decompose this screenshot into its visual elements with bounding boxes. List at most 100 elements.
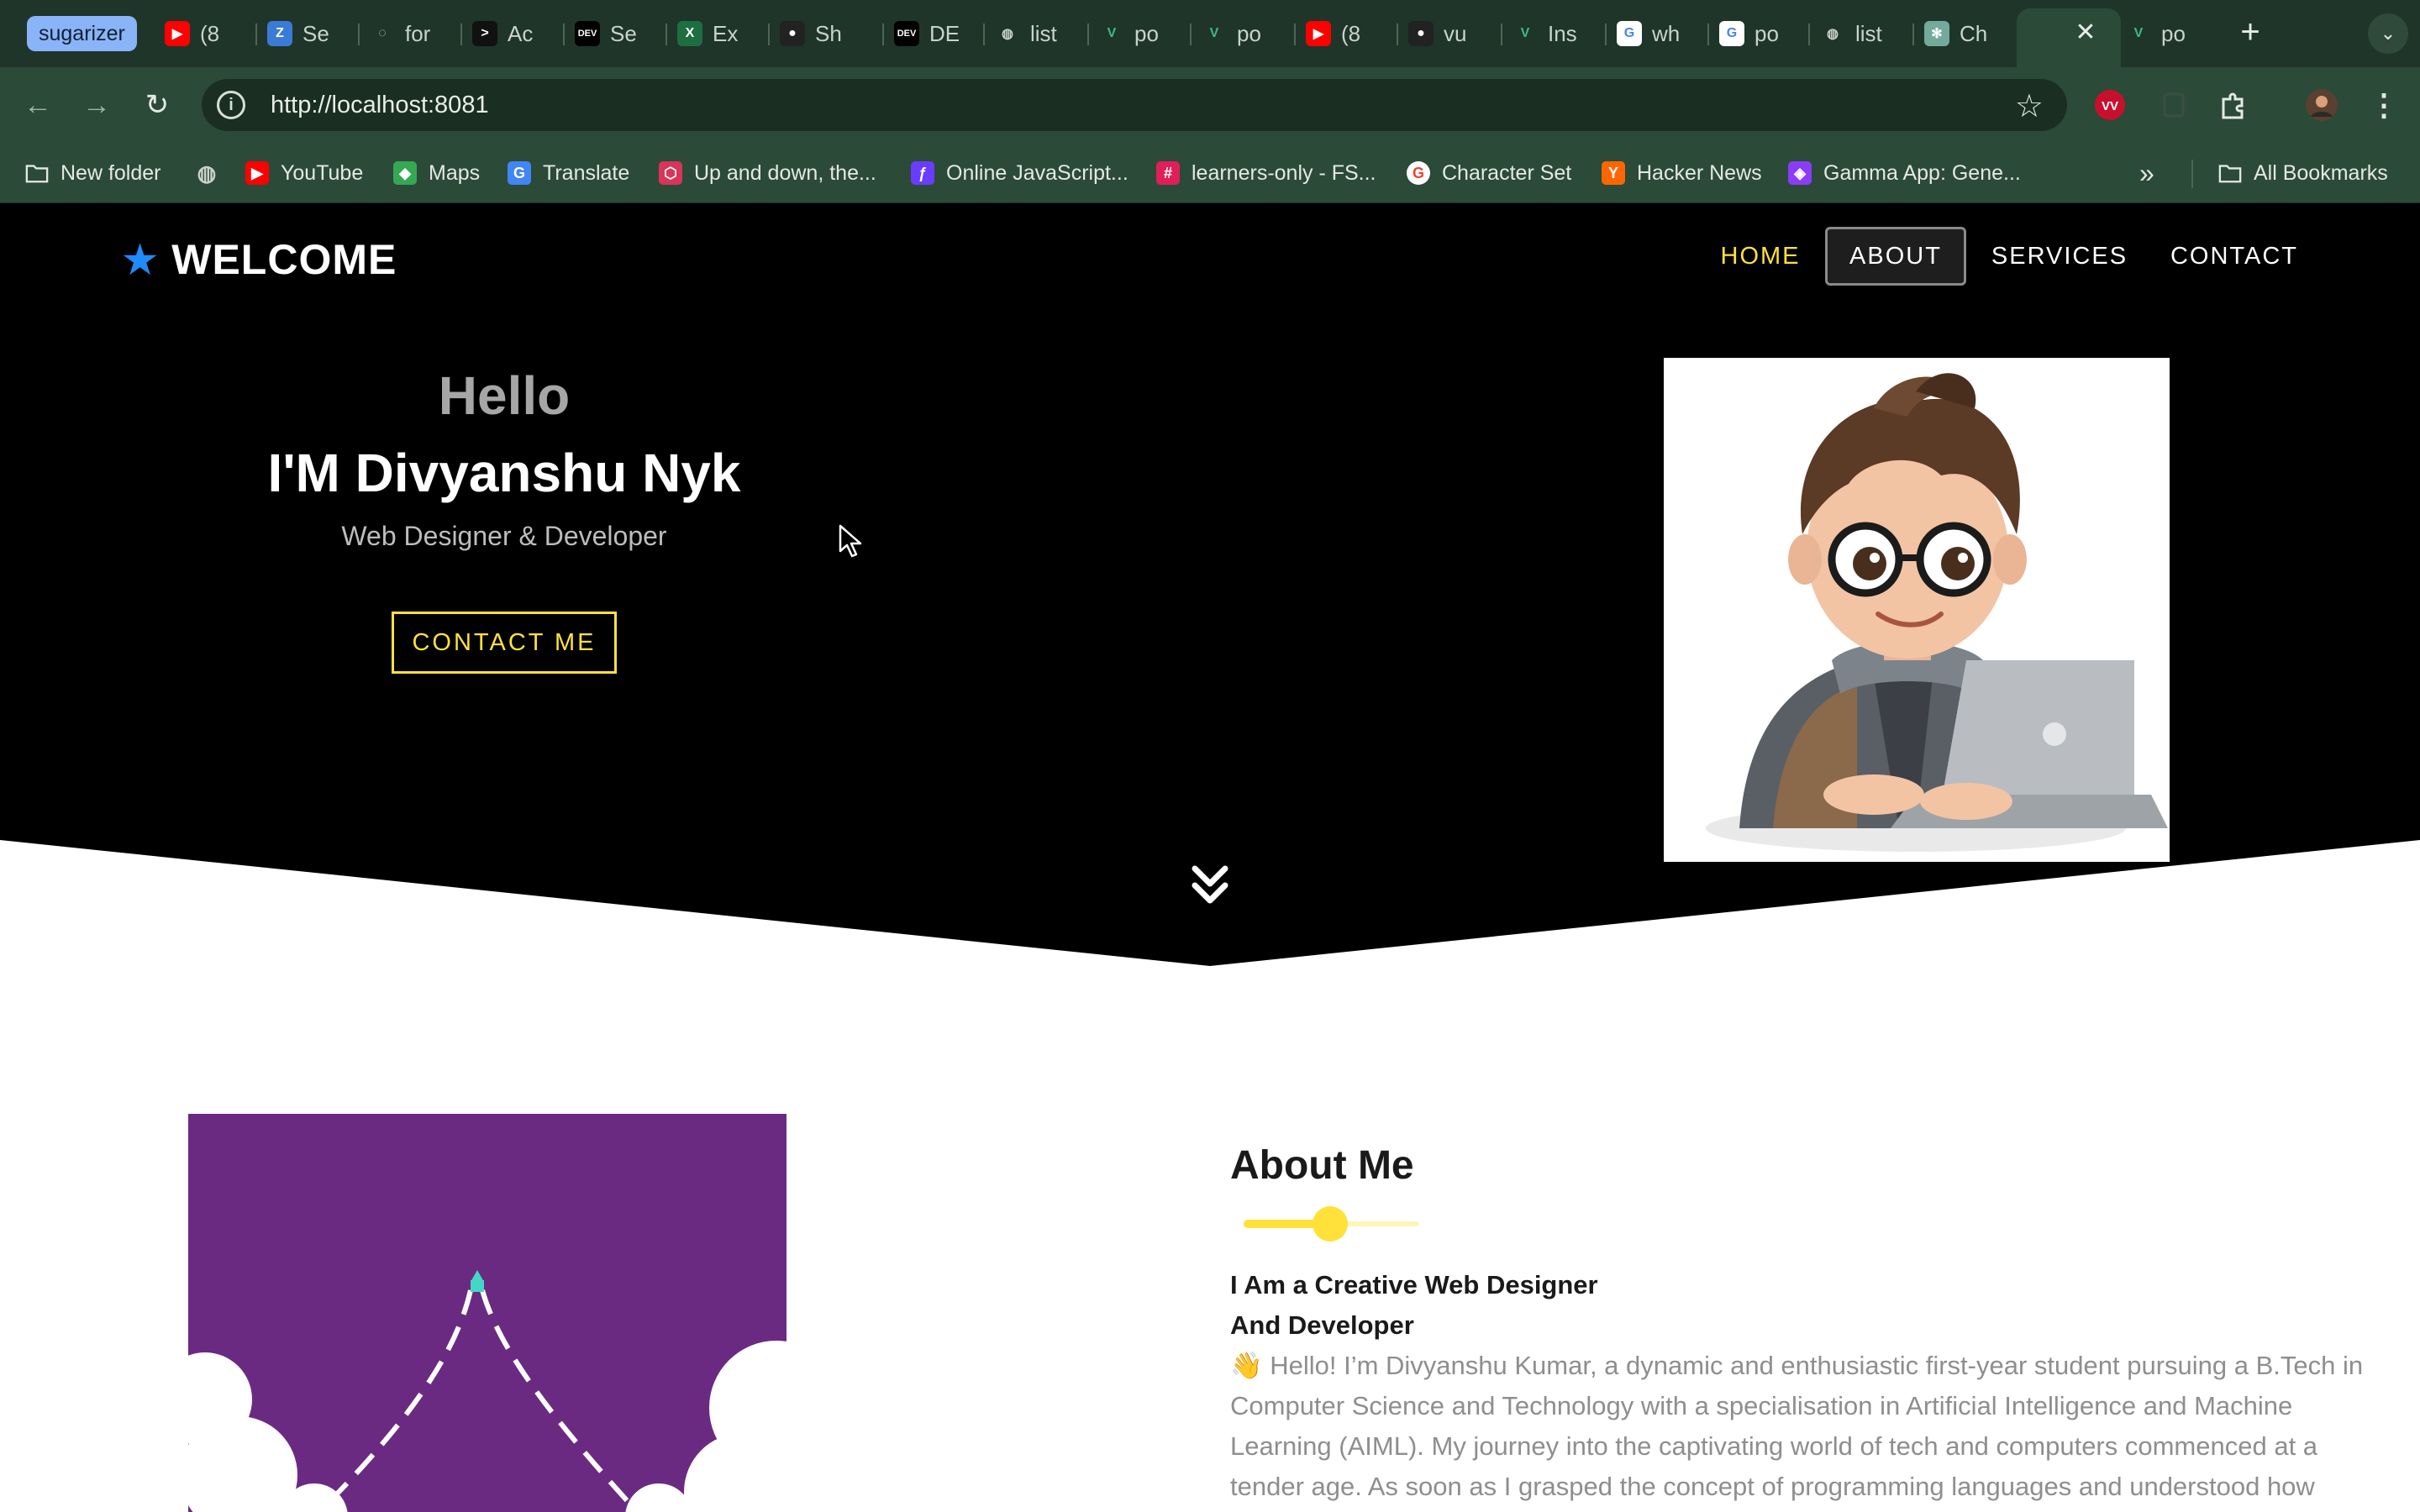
browser-tab[interactable]: DEV Se	[575, 12, 655, 55]
browser-tab[interactable]: ◍ list	[995, 12, 1076, 55]
bookmark-item[interactable]: New folder	[25, 156, 161, 190]
tab-title: list	[1030, 20, 1057, 46]
browser-tab[interactable]: Vpo	[1202, 12, 1282, 55]
bookmark-label: Gamma App: Gene...	[1823, 160, 2021, 185]
browser-tab[interactable]: V Ins	[1512, 12, 1593, 55]
nav-contact[interactable]: CONTACT	[2165, 227, 2304, 286]
nav-services[interactable]: SERVICES	[1988, 227, 2131, 286]
address-bar[interactable]: i http://localhost:8081 ☆	[202, 79, 2067, 131]
browser-tab[interactable]: X Ex	[677, 12, 758, 55]
browser-tab[interactable]: ◌ for	[370, 12, 450, 55]
browser-tab[interactable]: Z Se	[267, 12, 348, 55]
bookmark-label: Maps	[429, 160, 481, 185]
tab-strip: sugarizer ▶ (8 Z Se ◌ for > Ac DEV Se X Ex ● Sh DEV DE ◍…	[0, 0, 2420, 67]
browser-tab[interactable]: Gwh	[1617, 12, 1697, 55]
about-subtitle-line1: I Am a Creative Web Designer	[1230, 1270, 1598, 1299]
google-icon: G	[1407, 161, 1430, 185]
tab-title: Ch	[1960, 20, 1988, 46]
profile-avatar[interactable]	[2304, 87, 2339, 123]
terminal-icon: >	[472, 21, 497, 46]
about-paragraph: 👋 Hello! I’m Divyanshu Kumar, a dynamic …	[1230, 1351, 2364, 1501]
extension-reader-icon[interactable]	[2156, 87, 2191, 123]
browser-tab[interactable]: Vpo	[1099, 12, 1180, 55]
globe-icon: ◍	[1002, 27, 1013, 41]
browser-tab[interactable]: ▶ (8	[1306, 12, 1386, 55]
all-bookmarks-label: All Bookmarks	[2254, 160, 2388, 185]
nav-about[interactable]: ABOUT	[1825, 227, 1966, 286]
bookmark-item[interactable]: ▶ YouTube	[245, 156, 363, 190]
bookmark-label: Translate	[543, 160, 630, 185]
hero-avatar-image	[1664, 358, 2170, 862]
tab-title: po	[1237, 20, 1261, 46]
folder-icon	[25, 161, 49, 185]
bookmark-item[interactable]: ◈ Gamma App: Gene...	[1788, 156, 2021, 190]
tab-separator	[1501, 24, 1502, 45]
excel-icon: X	[677, 21, 702, 46]
browser-tab[interactable]: ✻ Ch	[1924, 12, 2005, 55]
all-bookmarks-button[interactable]: All Bookmarks	[2218, 156, 2388, 190]
close-tab-icon[interactable]: ✕	[2070, 17, 2101, 47]
brand-label: WELCOME	[171, 236, 397, 283]
tab-title: Ins	[1548, 20, 1577, 46]
browser-tab[interactable]: ● Sh	[780, 12, 860, 55]
youtube-icon: ▶	[245, 161, 269, 185]
hero-role: Web Designer & Developer	[341, 521, 667, 551]
tab-title: po	[1134, 20, 1159, 46]
hacker-news-icon: Y	[1602, 161, 1625, 185]
tab-separator	[1707, 24, 1709, 45]
contact-me-button[interactable]: CONTACT ME	[392, 612, 617, 674]
js-logo-icon: ƒ	[911, 161, 934, 185]
browser-tab[interactable]: ◍ list	[1820, 12, 1901, 55]
site-brand[interactable]: ★ WELCOME	[123, 235, 397, 284]
hero-greeting: Hello	[438, 365, 571, 426]
site-info-icon[interactable]: i	[217, 91, 245, 119]
tab-title: Se	[610, 20, 637, 46]
bookmark-item[interactable]: ◆ Maps	[393, 156, 480, 190]
bookmark-label: Character Set	[1442, 160, 1572, 185]
extensions-puzzle-icon[interactable]	[2215, 87, 2250, 123]
google-icon: G	[1617, 21, 1642, 46]
zoho-icon: Z	[267, 21, 292, 46]
bookmark-item[interactable]: # learners-only - FS...	[1156, 156, 1376, 190]
browser-tab[interactable]: Gpo	[1719, 12, 1800, 55]
url-text[interactable]: http://localhost:8081	[271, 92, 489, 119]
reload-icon[interactable]: ↻	[138, 86, 176, 124]
page-viewport: ★ WELCOME HOME ABOUT SERVICES CONTACT He…	[0, 203, 2420, 1512]
bookmark-item[interactable]: Y Hacker News	[1602, 156, 1762, 190]
github-icon: ●	[1408, 21, 1434, 46]
bookmark-label: Up and down, the...	[694, 160, 876, 185]
browser-tab[interactable]: DEV DE	[894, 12, 975, 55]
tab-separator	[1190, 24, 1192, 45]
forward-icon[interactable]: →	[77, 86, 116, 124]
new-tab-icon[interactable]: +	[2232, 13, 2269, 50]
browser-tab[interactable]: ▶ (8	[165, 12, 245, 55]
back-icon[interactable]: ←	[18, 86, 57, 124]
tab-title: wh	[1652, 20, 1681, 46]
browser-tab[interactable]: > Ac	[472, 12, 553, 55]
bookmark-item[interactable]: ƒ Online JavaScript...	[911, 156, 1128, 190]
tab-title: Sh	[815, 20, 842, 46]
tab-group-chip[interactable]: sugarizer	[27, 16, 137, 51]
vue-icon: V	[1209, 26, 1219, 40]
active-tab[interactable]	[2017, 8, 2121, 67]
scroll-down-icon[interactable]	[1190, 862, 1230, 912]
bookmark-star-icon[interactable]: ☆	[2015, 87, 2044, 125]
bookmark-item[interactable]: ⬡ Up and down, the...	[659, 156, 876, 190]
cartoon-developer-illustration	[1706, 373, 2168, 852]
extension-vw-icon[interactable]: VV	[2092, 87, 2128, 123]
tab-separator	[1912, 24, 1914, 45]
tab-title: po	[2161, 20, 2186, 46]
nav-home[interactable]: HOME	[1706, 227, 1815, 286]
tab-search-icon[interactable]: ⌄	[2368, 13, 2408, 54]
bookmark-item[interactable]: G Character Set	[1407, 156, 1571, 190]
bookmarks-overflow-icon[interactable]: »	[2139, 156, 2154, 190]
bookmark-item[interactable]: ◍	[195, 156, 218, 190]
bookmarks-divider	[2191, 160, 2193, 188]
tab-separator	[1605, 24, 1607, 45]
browser-tab[interactable]: Vpo	[2126, 12, 2207, 55]
dev-icon: DEV	[575, 21, 600, 46]
browser-menu-icon[interactable]: ⋮	[2366, 87, 2402, 123]
browser-tab[interactable]: ● vu	[1408, 12, 1489, 55]
bookmark-item[interactable]: G Translate	[508, 156, 629, 190]
tab-title: list	[1855, 20, 1882, 46]
